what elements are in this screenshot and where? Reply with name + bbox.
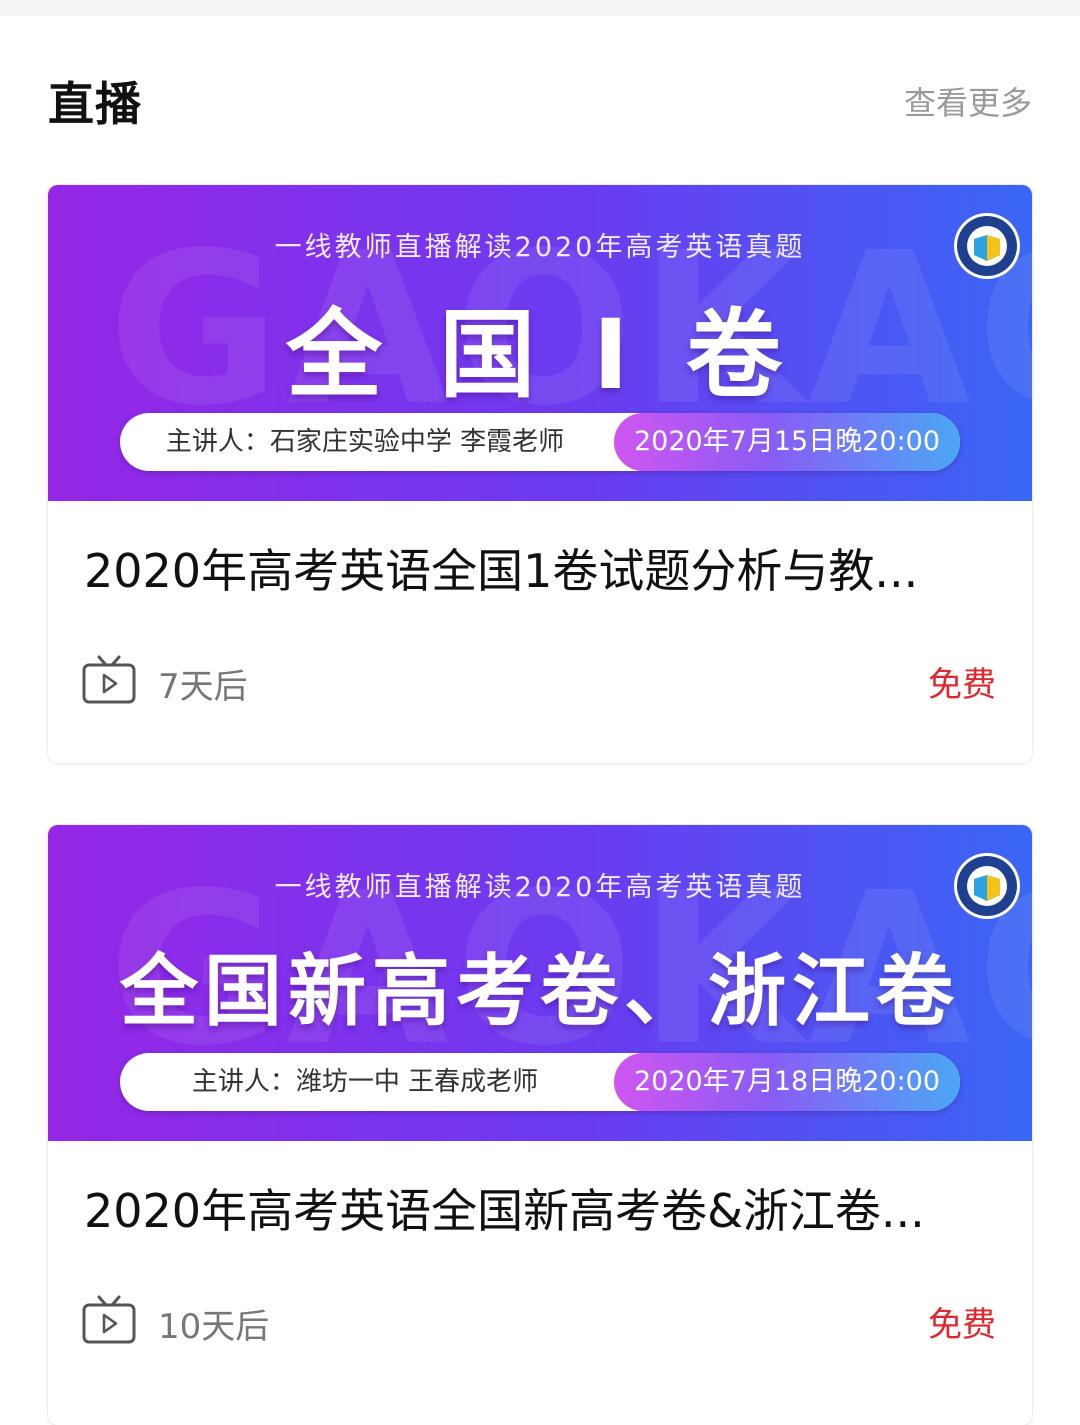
speaker-label: 主讲人：石家庄实验中学 李霞老师 [165, 427, 565, 457]
live-section-header: 直播 查看更多 [0, 16, 1080, 176]
speaker-label: 主讲人：潍坊一中 王春成老师 [191, 1067, 539, 1097]
tv-play-icon [82, 655, 136, 704]
card-title[interactable]: 2020年高考英语全国新高考卷&浙江卷... [84, 1175, 996, 1241]
tv-play-icon [82, 1295, 136, 1344]
time-until-label: 7天后 [158, 667, 248, 707]
banner-title: 全国新高考卷、浙江卷 [119, 947, 960, 1037]
banner-subtitle: 一线教师直播解读2020年高考英语真题 [274, 232, 806, 263]
speaker-date-pill: 主讲人：石家庄实验中学 李霞老师 2020年7月15日晚20:00 [120, 413, 960, 471]
card-meta: 10天后 免费 [82, 1295, 996, 1347]
brand-logo-icon [954, 213, 1020, 279]
live-card[interactable]: GAOKAO 一线教师直播解读2020年高考英语真题 全 国 I 卷 主讲人：石… [48, 185, 1032, 763]
see-more-link[interactable]: 查看更多 [904, 78, 1032, 124]
banner-title: 全 国 I 卷 [286, 299, 794, 411]
live-banner[interactable]: GAOKAO 一线教师直播解读2020年高考英语真题 全国新高考卷、浙江卷 主讲… [48, 825, 1032, 1141]
banner-subtitle: 一线教师直播解读2020年高考英语真题 [274, 872, 806, 903]
time-until-label: 10天后 [158, 1307, 270, 1347]
top-divider [0, 0, 1080, 16]
live-banner[interactable]: GAOKAO 一线教师直播解读2020年高考英语真题 全 国 I 卷 主讲人：石… [48, 185, 1032, 501]
live-card[interactable]: GAOKAO 一线教师直播解读2020年高考英语真题 全国新高考卷、浙江卷 主讲… [48, 825, 1032, 1425]
price-label: 免费 [928, 665, 996, 705]
speaker-date-pill: 主讲人：潍坊一中 王春成老师 2020年7月18日晚20:00 [120, 1053, 960, 1111]
live-date-badge: 2020年7月15日晚20:00 [614, 413, 960, 471]
card-title[interactable]: 2020年高考英语全国1卷试题分析与教... [84, 535, 996, 601]
card-meta: 7天后 免费 [82, 655, 996, 707]
section-title: 直播 [48, 77, 142, 131]
live-date-badge: 2020年7月18日晚20:00 [614, 1053, 960, 1111]
brand-logo-icon [954, 853, 1020, 919]
price-label: 免费 [928, 1305, 996, 1345]
